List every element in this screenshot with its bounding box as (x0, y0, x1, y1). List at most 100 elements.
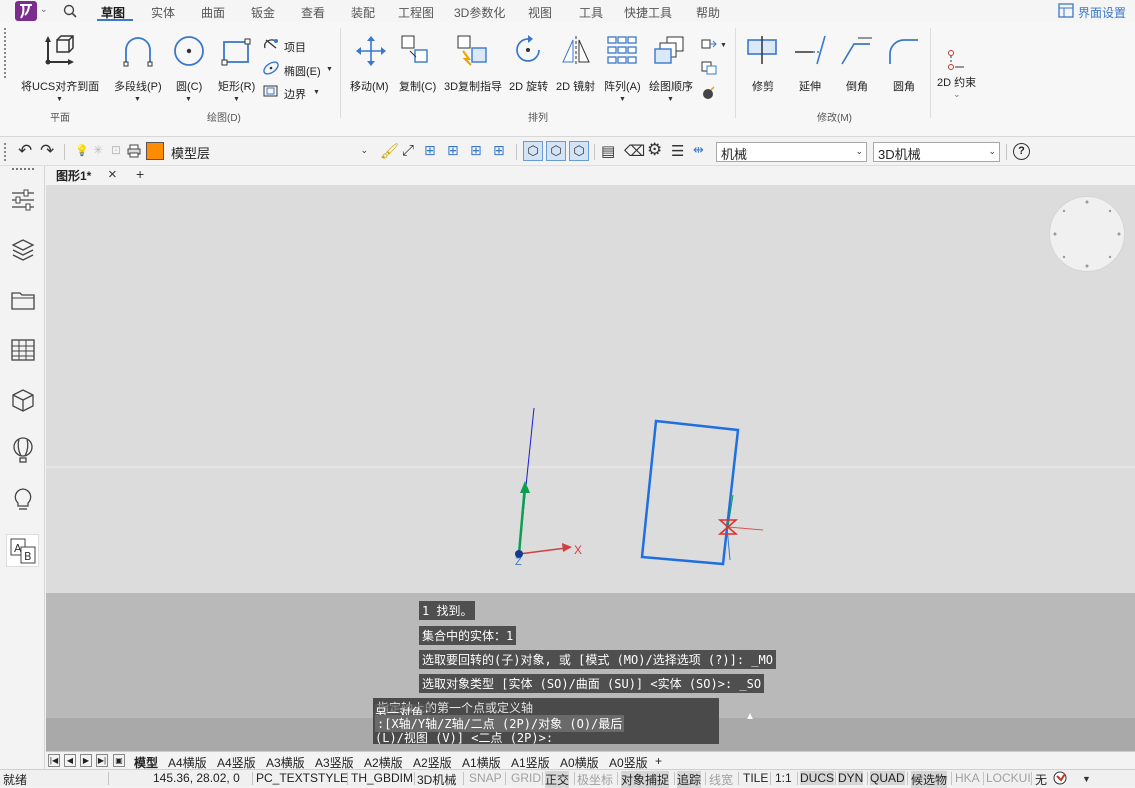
menu-3d-param[interactable]: 3D参数化 (454, 4, 505, 21)
ellipse-button[interactable]: 椭圆(E) (284, 63, 321, 79)
copy-button[interactable]: 复制(C) (399, 78, 436, 94)
quad-toggle[interactable]: QUAD (870, 771, 905, 785)
layer-tool4-icon[interactable]: ⊞ (493, 142, 505, 159)
prev-tab-button[interactable]: ◀ (64, 754, 76, 767)
item-button[interactable]: 项目 (284, 39, 306, 55)
grid-toggle[interactable]: GRID (511, 771, 541, 785)
tile-toggle[interactable]: TILE (743, 771, 768, 785)
draw-order-button[interactable]: 绘图顺序 (649, 78, 693, 94)
polyline-dropdown-arrow[interactable]: ▼ (134, 96, 141, 103)
command-expand-arrow[interactable]: ▲ (745, 711, 755, 722)
lightbulb-icon[interactable] (9, 486, 37, 514)
status-dim-style[interactable]: TH_GBDIM (351, 771, 413, 785)
lineweight-toggle[interactable]: 线宽 (709, 771, 733, 788)
snap-toggle[interactable]: SNAP (469, 771, 502, 785)
trim-button[interactable]: 修剪 (752, 78, 774, 94)
rectangle-button[interactable]: 矩形(R) (218, 78, 255, 94)
pick-layer-icon[interactable]: ⤢ (402, 142, 414, 159)
next-tab-button[interactable]: ▶ (80, 754, 92, 767)
layout-manager-icon[interactable]: ▣ (113, 754, 125, 767)
copy-3d-button[interactable]: 3D复制指导 (444, 78, 502, 94)
view-cube3-icon[interactable]: ⬡ (569, 141, 589, 161)
match-properties-icon[interactable]: 🖌 (380, 142, 399, 160)
layer-lock-icon[interactable]: ⊡ (111, 143, 121, 157)
constraint-2d-button[interactable]: 2D 约束 (937, 74, 976, 90)
menu-quick-tools[interactable]: 快捷工具 (624, 4, 672, 21)
mirror-2d-button[interactable]: 2D 镜射 (556, 78, 595, 94)
ortho-toggle[interactable]: 正交 (545, 771, 570, 788)
bomb-icon[interactable] (700, 84, 718, 100)
status-visual-style[interactable]: 3D机械 (417, 771, 456, 788)
hka-toggle[interactable]: HKA (955, 771, 980, 785)
undo-icon[interactable]: ↶ (18, 141, 32, 161)
app-logo[interactable] (15, 1, 37, 21)
balloon-icon[interactable] (9, 436, 37, 464)
eraser-icon[interactable]: ⌫ (624, 142, 645, 160)
status-text-style[interactable]: PC_TEXTSTYLE (256, 771, 348, 785)
polyline-button[interactable]: 多段线(P) (114, 78, 162, 94)
chevron-down-icon[interactable]: ⌄ (40, 4, 48, 15)
last-tab-button[interactable]: ▶| (96, 754, 108, 767)
rotate-2d-button[interactable]: 2D 旋转 (509, 78, 548, 94)
print-icon[interactable] (127, 144, 141, 158)
redo-icon[interactable]: ↷ (40, 141, 54, 161)
extend-button[interactable]: 延伸 (799, 78, 821, 94)
explode-icon[interactable] (700, 60, 718, 76)
command-prompt-box[interactable]: 指定轴上的第一个点或定义轴 另一对角: :[X轴/Y轴/Z轴/二点 (2P)/对… (373, 698, 755, 745)
fillet-button[interactable]: 圆角 (893, 78, 915, 94)
rectangle-dropdown-arrow[interactable]: ▼ (233, 96, 240, 103)
osnap-toggle[interactable]: 对象捕捉 (621, 771, 670, 788)
ucs-dropdown-arrow[interactable]: ▼ (56, 96, 63, 103)
move-button[interactable]: 移动(M) (350, 78, 389, 94)
view-cube1-icon[interactable]: ⬡ (523, 141, 543, 161)
settings-panel-icon[interactable] (1058, 3, 1074, 18)
edit-grips-icon[interactable] (700, 36, 718, 52)
gear-icon[interactable]: ⚙ (647, 140, 662, 160)
scale-indicator[interactable]: 1:1 (775, 771, 792, 785)
ellipse-dropdown-arrow[interactable]: ▼ (326, 66, 333, 73)
text-style-panel-button[interactable]: AB (6, 534, 39, 567)
properties-icon[interactable]: ▤ (601, 142, 615, 160)
dyn-toggle[interactable]: DYN (838, 771, 864, 785)
array-dropdown-arrow[interactable]: ▼ (619, 96, 626, 103)
layer-select[interactable]: 模型层 ⌄ (166, 141, 372, 161)
annotation-icon[interactable] (1052, 771, 1070, 786)
ducs-toggle[interactable]: DUCS (800, 771, 835, 785)
style-select[interactable]: 机械 ⌄ (716, 142, 867, 162)
layers-icon[interactable] (9, 236, 37, 264)
dim-style-icon[interactable]: ⇹ (693, 142, 704, 158)
candidate-toggle[interactable]: 候选物 (911, 771, 948, 788)
view-cube2-icon[interactable]: ⬡ (546, 141, 566, 161)
layer-tool2-icon[interactable]: ⊞ (447, 142, 459, 159)
sliders-icon[interactable]: ☰ (671, 142, 684, 160)
folder-icon[interactable] (9, 286, 37, 314)
menu-solid[interactable]: 实体 (151, 4, 175, 21)
status-menu-arrow[interactable]: ▼ (1082, 774, 1091, 784)
box-3d-icon[interactable] (9, 386, 37, 414)
menu-assembly[interactable]: 装配 (351, 4, 375, 21)
constraint-chevron-icon[interactable]: ⌄ (953, 89, 961, 100)
sliders-icon[interactable] (9, 186, 37, 214)
circle-button[interactable]: 圆(C) (176, 78, 202, 94)
first-tab-button[interactable]: |◀ (48, 754, 60, 767)
lockui-toggle[interactable]: LOCKUI (986, 771, 1031, 785)
ui-settings-button[interactable]: 界面设置 (1078, 4, 1126, 21)
search-icon[interactable] (63, 4, 77, 18)
add-layout-button[interactable]: + (655, 754, 662, 768)
menu-tools[interactable]: 工具 (579, 4, 603, 21)
edit-grips-dropdown-arrow[interactable]: ▼ (720, 42, 727, 49)
circle-dropdown-arrow[interactable]: ▼ (185, 96, 192, 103)
layer-on-icon[interactable]: 💡 (75, 144, 89, 157)
menu-help[interactable]: 帮助 (696, 4, 720, 21)
boundary-button[interactable]: 边界 (284, 86, 306, 102)
doc-tab-active[interactable]: 图形1* (56, 167, 91, 184)
chamfer-button[interactable]: 倒角 (846, 78, 868, 94)
layer-freeze-icon[interactable]: ✳ (93, 143, 103, 157)
help-icon[interactable]: ? (1013, 143, 1030, 160)
menu-surface[interactable]: 曲面 (201, 4, 225, 21)
menu-inspect[interactable]: 查看 (301, 4, 325, 21)
ucs-align-button[interactable]: 将UCS对齐到面 (21, 78, 99, 94)
array-button[interactable]: 阵列(A) (604, 78, 641, 94)
menu-sheetmetal[interactable]: 钣金 (251, 4, 275, 21)
menu-drawing[interactable]: 工程图 (398, 4, 434, 21)
